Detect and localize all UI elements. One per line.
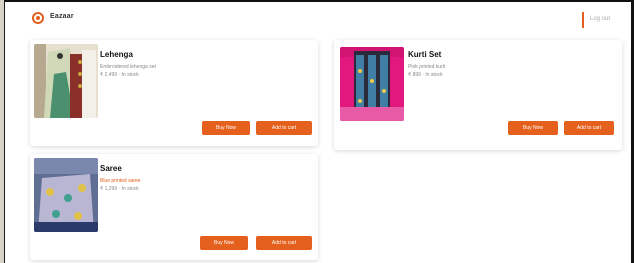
logo-icon[interactable] — [32, 12, 44, 24]
product-subtitle: Embroidered lehenga set — [100, 64, 156, 70]
product-card[interactable]: Saree Blue printed saree ₹ 1,299 · In st… — [30, 154, 318, 260]
buy-now-button[interactable]: Buy Now — [508, 121, 558, 135]
buy-now-button[interactable]: Buy Now — [200, 236, 248, 250]
logo-text[interactable]: Eazaar — [50, 13, 74, 20]
logout-divider — [582, 12, 584, 28]
product-meta: ₹ 1,299 · In stock — [100, 186, 139, 192]
product-image-saree — [34, 158, 98, 232]
product-title: Saree — [100, 164, 122, 173]
product-title: Kurti Set — [408, 50, 442, 59]
product-title: Lehenga — [100, 50, 133, 59]
product-meta: ₹ 899 · In stock — [408, 72, 443, 78]
product-subtitle: Pink printed kurti — [408, 64, 446, 70]
product-image-kurti — [340, 47, 404, 121]
buy-now-button[interactable]: Buy Now — [202, 121, 250, 135]
add-to-cart-button[interactable]: Add to cart — [256, 121, 312, 135]
product-subtitle: Blue printed saree — [100, 178, 141, 184]
add-to-cart-button[interactable]: Add to cart — [564, 121, 614, 135]
product-card[interactable]: Lehenga Embroidered lehenga set ₹ 2,499 … — [30, 40, 318, 146]
product-meta: ₹ 2,499 · In stock — [100, 72, 139, 78]
product-image-lehenga — [34, 44, 98, 118]
logout-label[interactable]: Log out — [590, 16, 610, 22]
logout-button[interactable]: Log out — [582, 12, 622, 28]
product-image[interactable] — [340, 47, 404, 121]
product-image[interactable] — [34, 44, 98, 118]
product-image[interactable] — [34, 158, 98, 232]
window-left-border — [4, 0, 5, 263]
add-to-cart-button[interactable]: Add to cart — [256, 236, 312, 250]
product-card[interactable]: Kurti Set Pink printed kurti ₹ 899 · In … — [334, 40, 622, 150]
window-top-border — [0, 0, 634, 2]
